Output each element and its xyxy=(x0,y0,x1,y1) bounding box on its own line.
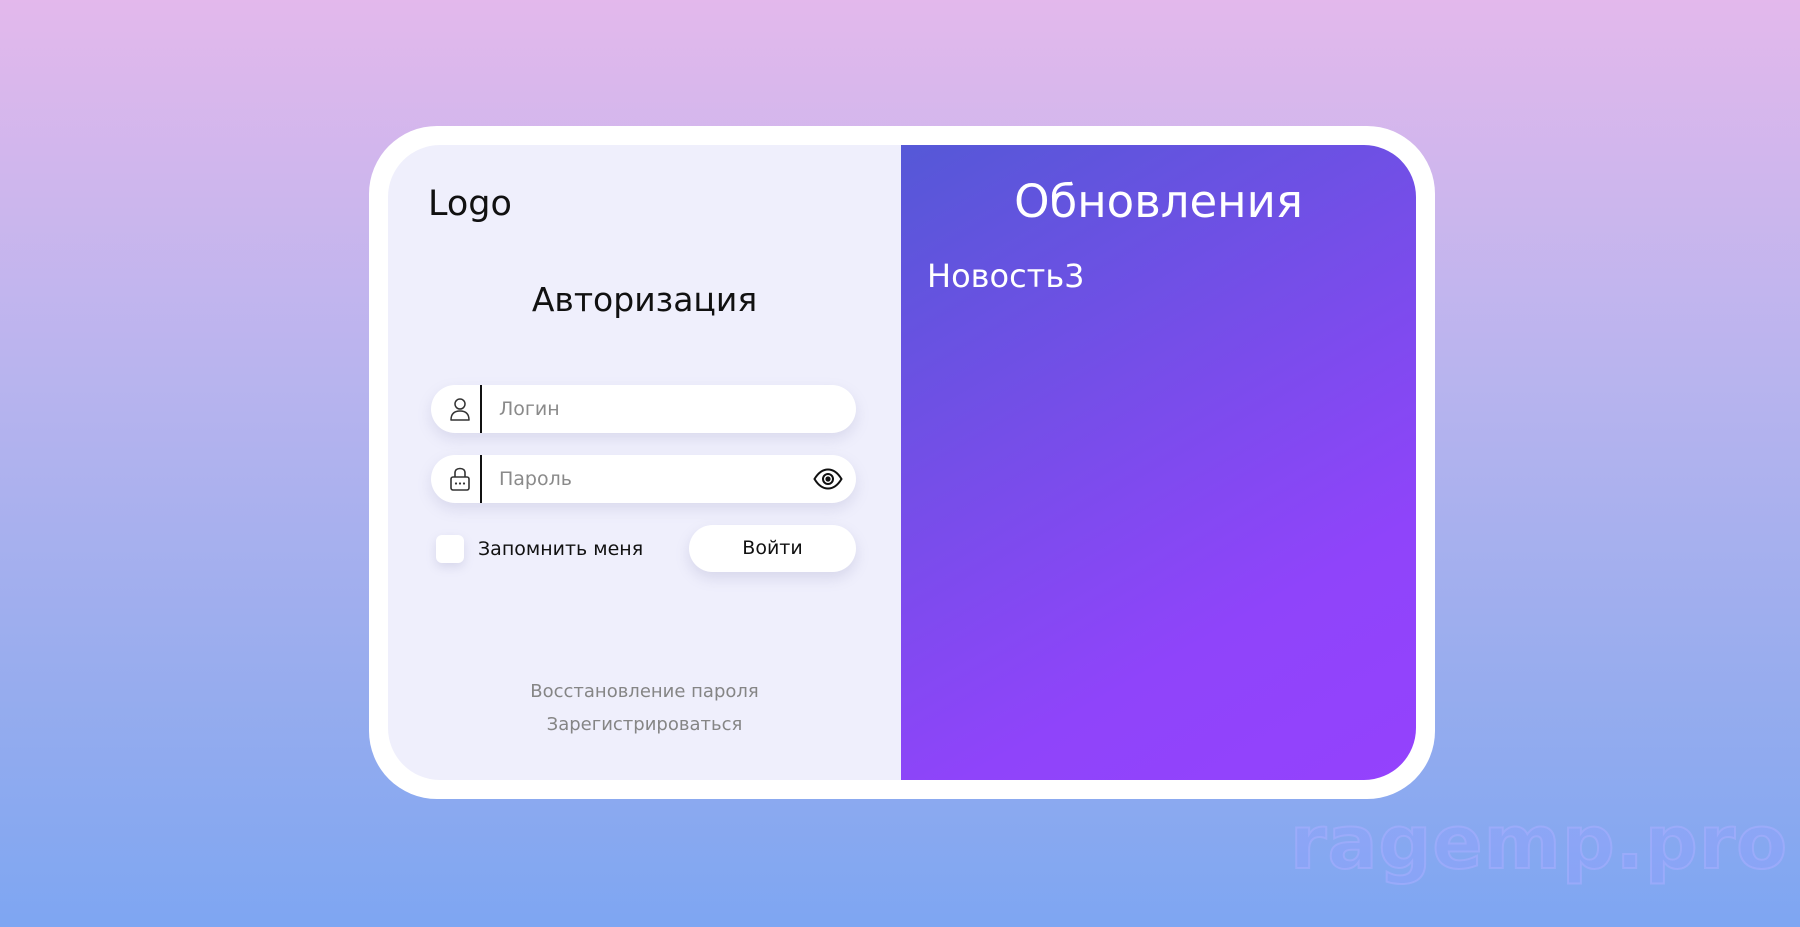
updates-title: Обновления xyxy=(1014,175,1303,228)
watermark: ragemp.pro xyxy=(1289,799,1789,887)
register-link[interactable]: Зарегистрироваться xyxy=(388,714,901,735)
lock-icon xyxy=(450,467,470,491)
remember-checkbox[interactable] xyxy=(436,535,464,563)
field-separator xyxy=(480,385,482,433)
auth-window: Logo Авторизация Логин Пароль Запомнить … xyxy=(369,126,1435,799)
password-field[interactable]: Пароль xyxy=(431,455,856,503)
password-placeholder[interactable]: Пароль xyxy=(499,468,572,490)
login-field[interactable]: Логин xyxy=(431,385,856,433)
updates-panel: Обновления Новость3 xyxy=(901,145,1416,780)
login-panel: Logo Авторизация Логин Пароль Запомнить … xyxy=(388,145,901,780)
news-item[interactable]: Новость3 xyxy=(927,257,1085,295)
field-separator xyxy=(480,455,482,503)
auth-title: Авторизация xyxy=(531,280,758,319)
auth-card: Logo Авторизация Логин Пароль Запомнить … xyxy=(388,145,1416,780)
login-placeholder[interactable]: Логин xyxy=(499,398,560,420)
remember-label[interactable]: Запомнить меня xyxy=(478,538,643,560)
recover-password-link[interactable]: Восстановление пароля xyxy=(388,681,901,702)
eye-icon[interactable] xyxy=(813,467,843,491)
remember-me[interactable]: Запомнить меня xyxy=(436,535,643,563)
user-icon xyxy=(450,398,470,421)
login-button[interactable]: Войти xyxy=(689,525,856,572)
logo: Logo xyxy=(428,184,512,224)
